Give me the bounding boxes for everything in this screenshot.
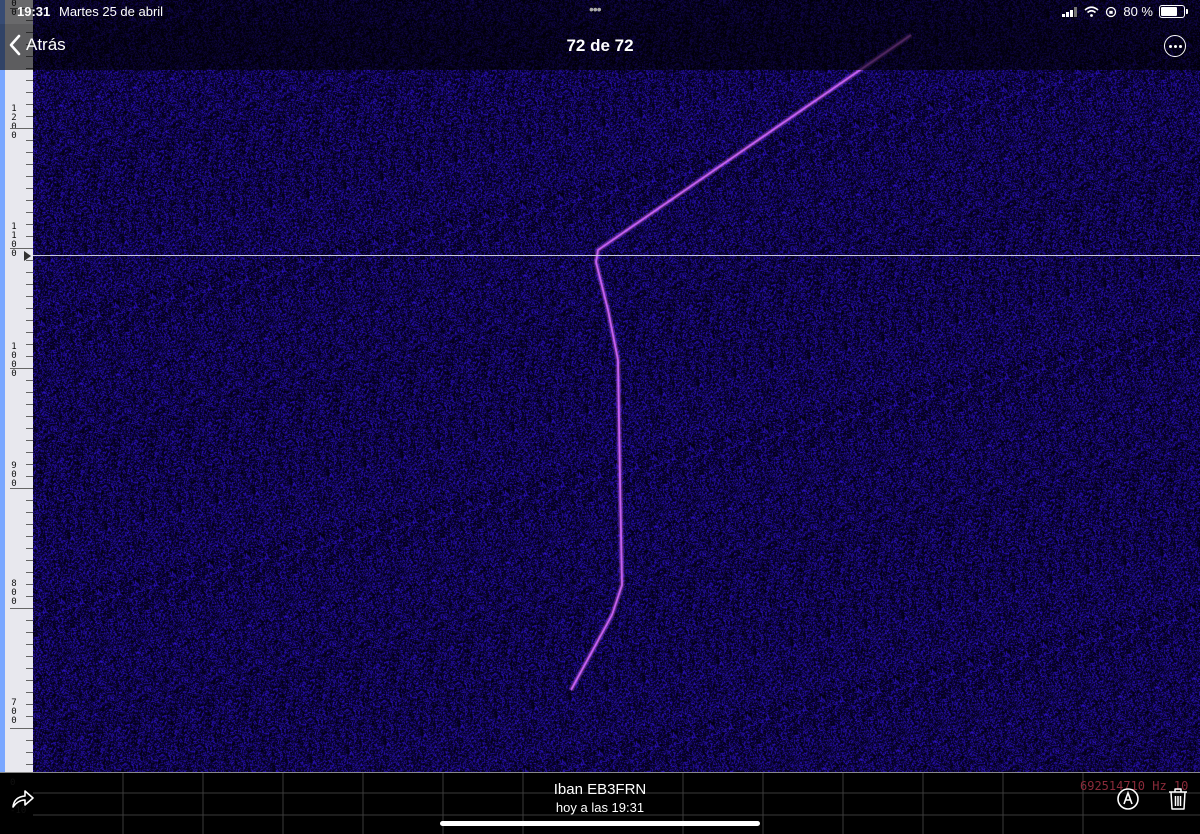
ruler-label-1200: 1200 bbox=[11, 104, 17, 141]
ruler-tick bbox=[26, 584, 33, 585]
ruler-tick bbox=[26, 692, 33, 693]
markup-pen-icon bbox=[1117, 788, 1139, 810]
photo-viewer: 00 1200 1100 1000 900 800 700 19:31 Mart… bbox=[0, 0, 1200, 834]
ruler-tick bbox=[26, 752, 33, 753]
page-title: 72 de 72 bbox=[566, 36, 634, 55]
markup-button[interactable] bbox=[1116, 787, 1140, 816]
ruler-tick bbox=[26, 308, 33, 309]
ruler-label-800: 800 bbox=[11, 579, 17, 607]
spectrogram-image bbox=[33, 0, 1200, 772]
ruler-tick bbox=[26, 764, 33, 765]
home-indicator[interactable] bbox=[440, 821, 760, 826]
wifi-icon bbox=[1084, 6, 1099, 17]
ruler-tick bbox=[26, 620, 33, 621]
ruler-stripe bbox=[0, 0, 5, 834]
ruler-label-zero: 0 bbox=[10, 778, 16, 788]
ruler-tick bbox=[26, 704, 33, 705]
caption-timestamp: hoy a las 19:31 bbox=[555, 800, 645, 815]
ruler-tick bbox=[26, 416, 33, 417]
status-time: 19:31 bbox=[17, 4, 51, 19]
ruler-tick bbox=[10, 728, 33, 729]
navigation-bar: Atrás 72 de 72 bbox=[0, 24, 1200, 70]
signal-icon bbox=[1062, 6, 1078, 17]
ruler-tick bbox=[26, 476, 33, 477]
ruler-tick bbox=[26, 392, 33, 393]
ruler-tick bbox=[26, 320, 33, 321]
ruler-tick bbox=[26, 404, 33, 405]
ruler-tick bbox=[10, 248, 33, 249]
ruler-tick bbox=[26, 356, 33, 357]
ruler-tick bbox=[26, 596, 33, 597]
ruler-tick bbox=[26, 464, 33, 465]
status-indicators: 80 % bbox=[1062, 4, 1188, 19]
dot bbox=[1168, 44, 1172, 48]
ruler-tick bbox=[26, 428, 33, 429]
dot bbox=[1173, 44, 1177, 48]
ruler-tick bbox=[26, 716, 33, 717]
battery-fill bbox=[1161, 7, 1177, 16]
ruler-tick bbox=[26, 644, 33, 645]
ruler-tick bbox=[26, 656, 33, 657]
ruler-tick bbox=[26, 440, 33, 441]
more-options-button[interactable] bbox=[1164, 35, 1186, 57]
ruler-tick bbox=[26, 188, 33, 189]
status-date: Martes 25 de abril bbox=[59, 4, 164, 19]
ruler-tick bbox=[26, 332, 33, 333]
battery-percent: 80 % bbox=[1123, 4, 1153, 19]
battery-tip bbox=[1186, 9, 1188, 14]
ruler-tick bbox=[26, 200, 33, 201]
ruler-tick bbox=[26, 524, 33, 525]
ruler-label-700: 700 bbox=[11, 698, 17, 726]
dot bbox=[1178, 44, 1182, 48]
marker-arrow-icon bbox=[24, 251, 31, 261]
ruler-tick bbox=[26, 176, 33, 177]
ruler-tick bbox=[26, 548, 33, 549]
ruler-label-1100: 1100 bbox=[11, 222, 17, 259]
ruler-tick bbox=[26, 236, 33, 237]
ruler-label-900: 900 bbox=[11, 461, 17, 489]
ruler-tick bbox=[10, 488, 33, 489]
trash-icon bbox=[1169, 788, 1187, 810]
ruler-tick bbox=[10, 128, 33, 129]
frequency-ruler: 00 1200 1100 1000 900 800 700 bbox=[0, 0, 33, 834]
ruler-tick bbox=[26, 572, 33, 573]
frequency-marker-line bbox=[33, 255, 1200, 256]
ruler-tick bbox=[26, 512, 33, 513]
ruler-tick bbox=[10, 368, 33, 369]
ruler-tick bbox=[26, 536, 33, 537]
ruler-tick bbox=[26, 452, 33, 453]
ruler-tick bbox=[26, 632, 33, 633]
battery-icon bbox=[1159, 5, 1185, 18]
orientation-lock-icon bbox=[1106, 6, 1117, 17]
ruler-label-1000: 1000 bbox=[11, 342, 17, 379]
ruler-tick bbox=[26, 740, 33, 741]
ruler-tick bbox=[26, 116, 33, 117]
delete-button[interactable] bbox=[1167, 787, 1189, 816]
ruler-tick bbox=[26, 92, 33, 93]
caption-author: Iban EB3FRN bbox=[553, 781, 647, 798]
ruler-tick bbox=[26, 272, 33, 273]
ruler-tick bbox=[26, 104, 33, 105]
ruler-label-bottom: -10 bbox=[10, 806, 27, 816]
ruler-tick bbox=[10, 608, 33, 609]
ruler-tick bbox=[26, 680, 33, 681]
ruler-tick bbox=[26, 80, 33, 81]
ruler-tick bbox=[26, 380, 33, 381]
ruler-tick bbox=[26, 284, 33, 285]
ruler-tick bbox=[26, 212, 33, 213]
multitasking-dots-icon[interactable]: ••• bbox=[589, 1, 602, 17]
ruler-tick bbox=[26, 560, 33, 561]
ruler-tick bbox=[26, 296, 33, 297]
ruler-tick bbox=[26, 164, 33, 165]
ruler-tick bbox=[26, 500, 33, 501]
status-bar: 19:31 Martes 25 de abril ••• 80 % bbox=[0, 0, 1200, 24]
ruler-tick bbox=[26, 140, 33, 141]
ruler-tick bbox=[26, 344, 33, 345]
ruler-tick bbox=[26, 224, 33, 225]
ruler-tick bbox=[26, 668, 33, 669]
ruler-tick bbox=[26, 152, 33, 153]
